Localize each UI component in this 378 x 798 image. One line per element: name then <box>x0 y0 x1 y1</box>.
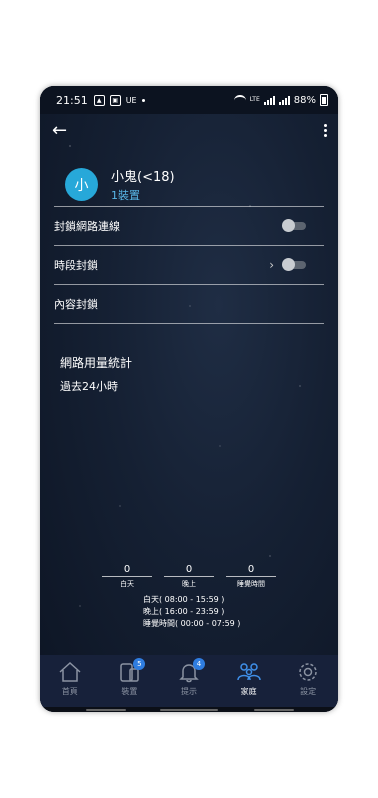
status-time: 21:51 <box>56 93 88 107</box>
gear-icon <box>299 663 317 681</box>
gallery-icon: ▣ <box>109 94 121 106</box>
tab-family[interactable]: 家庭 <box>220 655 278 697</box>
member-profile[interactable]: 小 小鬼(<18) 1裝置 <box>65 166 175 203</box>
alerts-badge: 4 <box>192 658 205 670</box>
usage-label: 睡覺時間 <box>237 580 265 588</box>
tab-home[interactable]: 首頁 <box>41 655 99 697</box>
content-block-label: 內容封鎖 <box>54 298 98 311</box>
member-device-count[interactable]: 1裝置 <box>111 187 175 203</box>
block-network-toggle[interactable] <box>282 219 306 232</box>
wifi-icon <box>233 94 246 106</box>
devices-badge: 5 <box>133 658 146 670</box>
schedule-block-toggle[interactable] <box>282 258 306 271</box>
tab-label: 家庭 <box>240 687 257 696</box>
schedule-block-row[interactable]: 時段封鎖 › <box>54 246 324 285</box>
app-bar: ← <box>40 116 338 146</box>
system-nav-bar <box>40 707 338 712</box>
usage-bucket-day: 0 白天 <box>102 564 152 589</box>
tab-alerts[interactable]: 4 提示 <box>160 655 218 697</box>
family-icon <box>236 663 261 681</box>
back-arrow-icon[interactable]: ← <box>52 120 67 141</box>
battery-percent: 88% <box>293 94 316 106</box>
status-bar: 21:51 ▲ ▣ UE LTE 88% <box>40 86 338 114</box>
usage-label: 晚上 <box>182 580 196 588</box>
lte-label: LTE <box>249 96 260 103</box>
content-block-row[interactable]: 內容封鎖 <box>54 285 324 324</box>
tab-label: 提示 <box>180 687 197 696</box>
more-notifications-dot-icon <box>141 98 145 102</box>
home-icon <box>59 661 81 682</box>
tab-label: 首頁 <box>61 687 78 696</box>
usage-value: 0 <box>226 564 276 577</box>
tab-label: 設定 <box>300 687 317 696</box>
status-extra-label: UE <box>125 95 137 105</box>
more-options-icon[interactable] <box>324 124 328 137</box>
usage-bucket-sleep: 0 睡覺時間 <box>226 564 276 589</box>
notification-app-icon: ▲ <box>93 94 105 106</box>
phone-frame: 21:51 ▲ ▣ UE LTE 88% ← 小 小鬼(<18) 1裝置 封鎖網… <box>40 86 338 712</box>
usage-stats-title: 網路用量統計 <box>60 356 133 370</box>
chevron-right-icon[interactable]: › <box>269 258 274 272</box>
usage-label: 白天 <box>120 580 134 588</box>
legend-day: 白天( 08:00 - 15:59 ) <box>143 595 225 604</box>
block-network-row[interactable]: 封鎖網路連線 <box>54 207 324 246</box>
block-network-label: 封鎖網路連線 <box>54 220 120 233</box>
usage-stats-period: 過去24小時 <box>60 380 118 393</box>
usage-value: 0 <box>102 564 152 577</box>
tab-label: 裝置 <box>121 687 138 696</box>
bottom-tab-bar: 首頁 5 裝置 4 提示 家庭 設定 <box>40 655 338 712</box>
tab-settings[interactable]: 設定 <box>279 655 337 697</box>
member-name: 小鬼(<18) <box>111 170 175 185</box>
usage-value: 0 <box>164 564 214 577</box>
avatar: 小 <box>65 168 98 201</box>
usage-time-legend: 白天( 08:00 - 15:59 ) 晚上( 16:00 - 23:59 ) … <box>143 594 240 630</box>
signal-icon-2 <box>278 95 290 105</box>
usage-bucket-night: 0 晚上 <box>164 564 214 589</box>
status-system-icons: LTE 88% <box>233 94 328 106</box>
battery-icon <box>320 94 328 106</box>
schedule-block-label: 時段封鎖 <box>54 259 98 272</box>
legend-night: 晚上( 16:00 - 23:59 ) <box>143 607 225 616</box>
app-screen: 21:51 ▲ ▣ UE LTE 88% ← 小 小鬼(<18) 1裝置 封鎖網… <box>40 86 338 712</box>
legend-sleep: 睡覺時間( 00:00 - 07:59 ) <box>143 619 241 628</box>
signal-icon <box>263 95 275 105</box>
tab-devices[interactable]: 5 裝置 <box>100 655 158 697</box>
status-notification-icons: ▲ ▣ UE <box>93 94 145 106</box>
